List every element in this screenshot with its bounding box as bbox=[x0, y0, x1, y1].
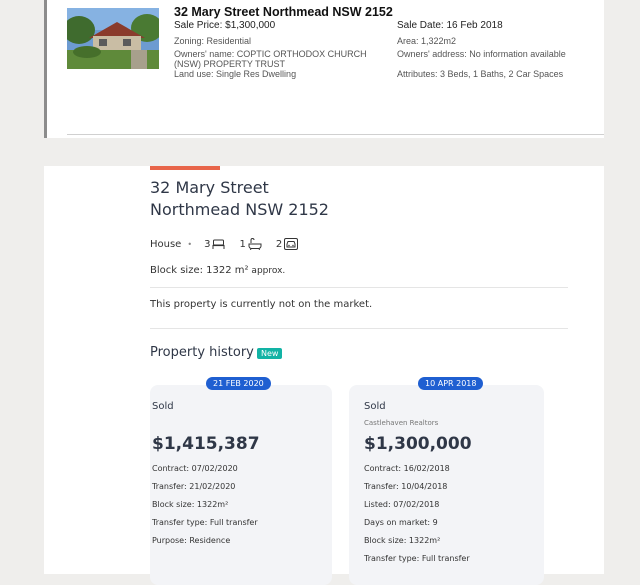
history-status: Sold bbox=[152, 401, 174, 412]
baths-count: 1 bbox=[239, 238, 246, 250]
separator-dot: • bbox=[187, 239, 193, 249]
history-card-2018[interactable]: 10 APR 2018 Sold Castlehaven Realtors $1… bbox=[349, 377, 544, 585]
record-owners-address: Owners' address: No information availabl… bbox=[397, 49, 566, 59]
history-status: Sold bbox=[364, 401, 386, 412]
history-transfer-type: Transfer type: Full transfer bbox=[152, 518, 258, 527]
history-days-on-market: Days on market: 9 bbox=[364, 518, 438, 527]
address-line-2: Northmead NSW 2152 bbox=[150, 200, 329, 219]
record-owners-name: Owners' name: COPTIC ORTHODOX CHURCH bbox=[174, 49, 367, 59]
block-size: Block size: 1322 m² approx. bbox=[150, 265, 285, 276]
address-line-1: 32 Mary Street bbox=[150, 178, 269, 197]
property-type: House bbox=[150, 238, 182, 250]
history-price: $1,415,387 bbox=[152, 434, 260, 454]
cars-feature: 2 bbox=[275, 238, 299, 250]
block-size-label: Block size: bbox=[150, 265, 207, 276]
history-price: $1,300,000 bbox=[364, 434, 472, 454]
history-agency[interactable]: Castlehaven Realtors bbox=[364, 419, 438, 427]
cars-count: 2 bbox=[275, 238, 283, 250]
market-status: This property is currently not on the ma… bbox=[150, 299, 373, 310]
history-contract: Contract: 16/02/2018 bbox=[364, 464, 450, 473]
history-card-2020[interactable]: 21 FEB 2020 Sold $1,415,387 Contract: 07… bbox=[150, 377, 332, 585]
record-divider bbox=[67, 134, 604, 135]
sales-record-card: 32 Mary Street Northmead NSW 2152 Sale P… bbox=[44, 0, 604, 138]
property-history-heading: Property history bbox=[150, 345, 254, 360]
history-block-size: Block size: 1322m² bbox=[364, 536, 441, 545]
bath-icon bbox=[248, 238, 262, 250]
history-transfer: Transfer: 10/04/2018 bbox=[364, 482, 448, 491]
property-photo[interactable] bbox=[67, 8, 159, 69]
record-zoning: Zoning: Residential bbox=[174, 36, 252, 46]
baths-feature: 1 bbox=[239, 238, 262, 250]
property-features: House • 3 1 2 bbox=[150, 238, 306, 250]
block-size-value: 1322 m² bbox=[206, 265, 249, 276]
history-date-pill: 21 FEB 2020 bbox=[206, 377, 271, 390]
history-transfer-type: Transfer type: Full transfer bbox=[364, 554, 470, 563]
record-sale-date: Sale Date: 16 Feb 2018 bbox=[397, 20, 503, 31]
history-date-pill: 10 APR 2018 bbox=[418, 377, 484, 390]
beds-feature: 3 bbox=[204, 239, 225, 250]
record-land-use: Land use: Single Res Dwelling bbox=[174, 69, 297, 79]
history-purpose: Purpose: Residence bbox=[152, 536, 231, 545]
record-owners-name-cont: (NSW) PROPERTY TRUST bbox=[174, 59, 286, 69]
property-panel: 32 Mary Street Northmead NSW 2152 House … bbox=[44, 166, 604, 585]
record-attributes: Attributes: 3 Beds, 1 Baths, 2 Car Space… bbox=[397, 69, 564, 79]
history-listed: Listed: 07/02/2018 bbox=[364, 500, 440, 509]
beds-count: 3 bbox=[204, 238, 211, 250]
record-area: Area: 1,322m2 bbox=[397, 36, 457, 46]
record-address-title[interactable]: 32 Mary Street Northmead NSW 2152 bbox=[174, 5, 393, 19]
car-icon bbox=[284, 238, 299, 250]
record-sale-price: Sale Price: $1,300,000 bbox=[174, 20, 276, 31]
history-contract: Contract: 07/02/2020 bbox=[152, 464, 238, 473]
history-block-size: Block size: 1322m² bbox=[152, 500, 229, 509]
block-size-approx: approx. bbox=[248, 266, 286, 276]
divider-1 bbox=[150, 287, 568, 288]
accent-bar bbox=[150, 166, 220, 170]
new-badge: New bbox=[257, 348, 283, 359]
divider-2 bbox=[150, 328, 568, 329]
bed-icon bbox=[212, 239, 225, 249]
history-transfer: Transfer: 21/02/2020 bbox=[152, 482, 236, 491]
